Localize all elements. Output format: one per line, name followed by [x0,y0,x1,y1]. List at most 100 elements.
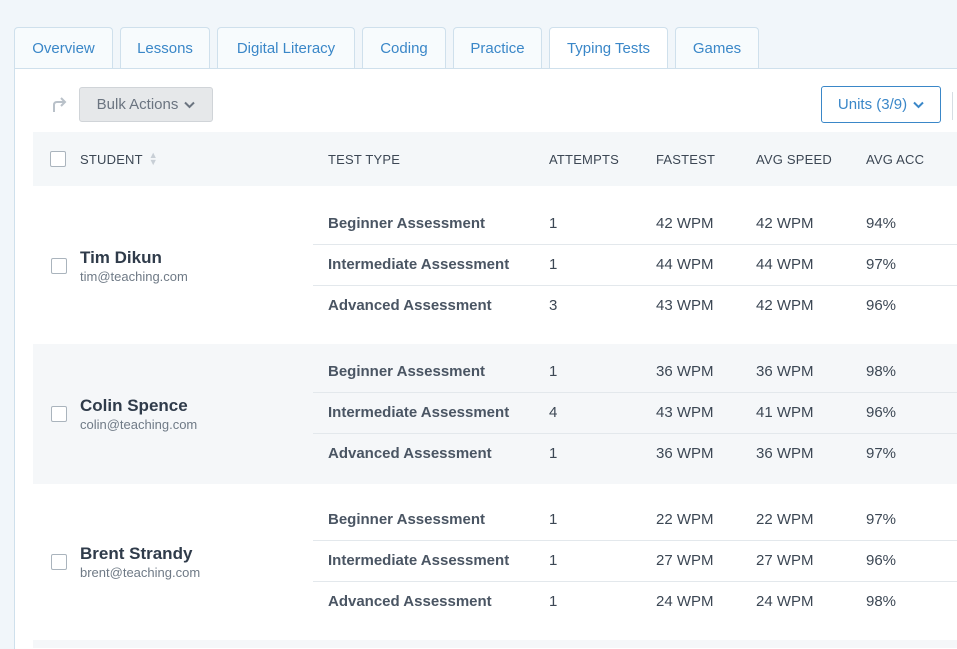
attempts-cell: 1 [549,363,558,380]
fastest-cell: 24 WPM [656,593,714,610]
select-all-checkbox[interactable] [50,151,66,167]
avg-speed-cell: 42 WPM [756,297,814,314]
undo-arrow-icon-svg [53,97,67,112]
attempts-cell: 1 [549,445,558,462]
fastest-cell: 43 WPM [656,404,714,421]
bulk-actions-button[interactable]: Bulk Actions [79,87,213,122]
select-all-cell [50,132,66,186]
fastest-cell: 44 WPM [656,256,714,273]
tab-coding[interactable]: Coding [362,27,446,68]
table-row: Beginner Assessment 1 42 WPM 42 WPM 94% [313,203,957,245]
student-group: Tim Dikun tim@teaching.com Beginner Asse… [33,196,957,336]
avg-acc-cell: 98% [866,363,897,380]
table-header: STUDENT ▲ ▼ TEST TYPE ATTEMPTS FASTEST AV… [33,132,957,186]
fastest-cell: 36 WPM [656,445,714,462]
header-fastest: FASTEST [656,151,716,167]
tab-games[interactable]: Games [675,27,759,68]
avg-acc-cell: 94% [866,215,897,232]
test-type-cell: Advanced Assessment [328,593,492,610]
table-row: Intermediate Assessment 1 44 WPM 44 WPM … [313,244,957,286]
student-info: Tim Dikun tim@teaching.com [80,248,188,284]
table-row: Intermediate Assessment 1 27 WPM 27 WPM … [313,540,957,582]
tab-lessons[interactable]: Lessons [120,27,210,68]
student-name[interactable]: Tim Dikun [80,248,188,268]
table-row: Intermediate Assessment 4 43 WPM 41 WPM … [313,392,957,434]
header-test-type: TEST TYPE [328,151,401,167]
fastest-cell: 43 WPM [656,297,714,314]
avg-acc-cell: 96% [866,404,897,421]
fastest-cell: 42 WPM [656,215,714,232]
avg-speed-cell: 24 WPM [756,593,814,610]
avg-speed-cell: 42 WPM [756,215,814,232]
attempts-cell: 1 [549,256,558,273]
toolbar-divider [952,92,953,120]
fastest-cell: 22 WPM [656,511,714,528]
avg-acc-cell: 98% [866,593,897,610]
test-type-cell: Intermediate Assessment [328,404,510,421]
student-group: Brent Strandy brent@teaching.com Beginne… [33,492,957,632]
student-email: brent@teaching.com [80,565,201,580]
student-email: colin@teaching.com [80,417,198,432]
header-student-label: STUDENT [80,151,143,167]
tab-practice[interactable]: Practice [453,27,542,68]
units-dropdown[interactable]: Units (3/9) [821,86,941,123]
fastest-cell: 36 WPM [656,363,714,380]
chevron-down-icon [913,96,924,113]
avg-speed-cell: 36 WPM [756,445,814,462]
header-student[interactable]: STUDENT ▲ ▼ [80,132,158,186]
avg-acc-cell: 97% [866,511,897,528]
avg-speed-cell: 36 WPM [756,363,814,380]
student-cell: Tim Dikun tim@teaching.com [51,196,188,336]
student-checkbox[interactable] [51,554,67,570]
chevron-down-icon [184,96,196,113]
avg-speed-cell: 41 WPM [756,404,814,421]
tab-digital-literacy[interactable]: Digital Literacy [217,27,355,68]
test-type-cell: Advanced Assessment [328,297,492,314]
student-info: Colin Spence colin@teaching.com [80,396,197,432]
avg-acc-cell: 97% [866,256,897,273]
test-type-cell: Advanced Assessment [328,445,492,462]
tab-bar: Overview Lessons Digital Literacy Coding… [14,27,766,69]
undo-arrow-icon[interactable] [48,94,70,116]
avg-speed-cell: 44 WPM [756,256,814,273]
table-row: Advanced Assessment 1 36 WPM 36 WPM 97% [313,433,957,474]
attempts-cell: 1 [549,552,558,569]
next-student-group-edge [33,640,957,648]
avg-acc-cell: 97% [866,445,897,462]
student-name[interactable]: Brent Strandy [80,544,200,564]
units-label: Units (3/9) [837,96,908,113]
student-name[interactable]: Colin Spence [80,396,197,416]
table-row: Beginner Assessment 1 22 WPM 22 WPM 97% [313,499,957,541]
test-type-cell: Beginner Assessment [328,511,486,528]
avg-acc-cell: 96% [866,552,897,569]
header-attempts: ATTEMPTS [549,151,619,167]
fastest-cell: 27 WPM [656,552,714,569]
student-checkbox[interactable] [51,258,67,274]
table-row: Advanced Assessment 3 43 WPM 42 WPM 96% [313,285,957,326]
attempts-cell: 1 [549,215,558,232]
attempts-cell: 3 [549,297,558,314]
test-type-cell: Intermediate Assessment [328,256,510,273]
student-group: Colin Spence colin@teaching.com Beginner… [33,344,957,484]
attempts-cell: 4 [549,404,558,421]
student-cell: Brent Strandy brent@teaching.com [51,492,200,632]
test-type-cell: Intermediate Assessment [328,552,510,569]
bulk-actions-label: Bulk Actions [96,96,179,113]
avg-speed-cell: 27 WPM [756,552,814,569]
attempts-cell: 1 [549,593,558,610]
student-checkbox[interactable] [51,406,67,422]
header-avg-speed: AVG SPEED [756,151,832,167]
avg-speed-cell: 22 WPM [756,511,814,528]
student-info: Brent Strandy brent@teaching.com [80,544,200,580]
student-cell: Colin Spence colin@teaching.com [51,344,197,484]
tab-overview[interactable]: Overview [14,27,113,68]
tab-typing-tests[interactable]: Typing Tests [549,27,668,69]
test-type-cell: Beginner Assessment [328,215,486,232]
sort-icon: ▲ ▼ [148,150,158,167]
table-row: Beginner Assessment 1 36 WPM 36 WPM 98% [313,351,957,393]
attempts-cell: 1 [549,511,558,528]
avg-acc-cell: 96% [866,297,897,314]
test-type-cell: Beginner Assessment [328,363,486,380]
header-avg-acc: AVG ACC [866,151,925,167]
student-email: tim@teaching.com [80,269,188,284]
